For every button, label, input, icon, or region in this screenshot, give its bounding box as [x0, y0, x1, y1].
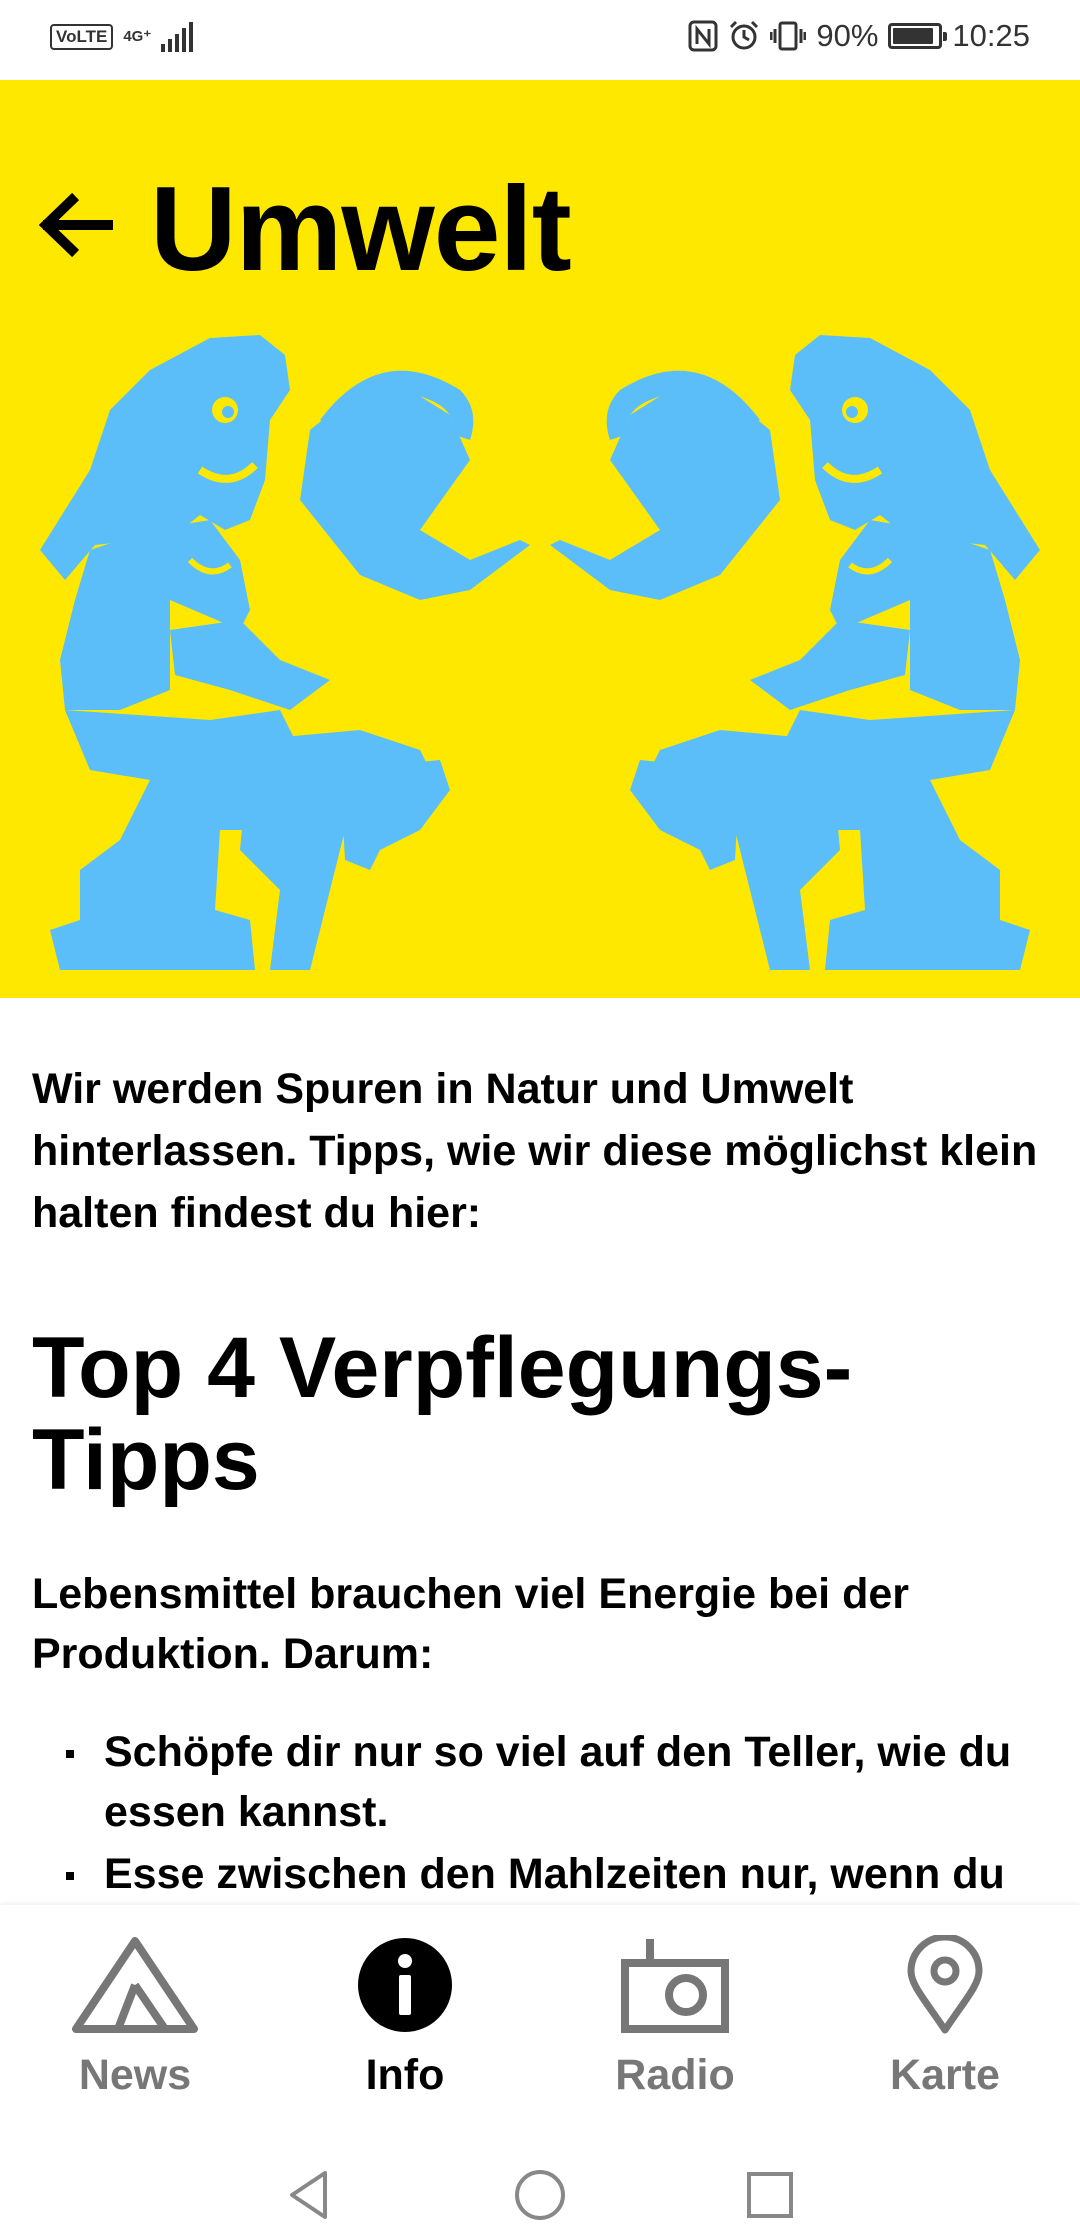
volte-icon: VoLTE — [50, 24, 114, 50]
section-title: Top 4 Verpflegungs-Tipps — [32, 1320, 853, 1508]
back-icon[interactable] — [280, 2165, 340, 2225]
status-left: VoLTE 4G⁺ — [50, 22, 195, 52]
nav-item-info[interactable]: Info — [295, 1925, 515, 2100]
recents-icon[interactable] — [740, 2165, 800, 2225]
tent-icon — [72, 1937, 198, 2033]
home-icon[interactable] — [510, 2165, 570, 2225]
nav-label: Radio — [615, 2051, 735, 2099]
network-type: 4G⁺ — [123, 28, 152, 45]
alarm-icon — [730, 20, 759, 50]
nav-label: Karte — [890, 2051, 1000, 2099]
nav-item-radio[interactable]: Radio — [565, 1925, 785, 2100]
radio-icon — [621, 1939, 729, 2033]
nav-label: Info — [365, 2051, 445, 2099]
battery-icon — [888, 23, 948, 49]
header-hero: Umwelt — [0, 80, 1080, 998]
intro-text: Wir werden Spuren in Natur und Umwelt hi… — [32, 1065, 1038, 1237]
nav-label: News — [78, 2051, 192, 2099]
page-title: Umwelt — [150, 162, 572, 296]
status-bar: VoLTE 4G⁺ 90% 10:25 — [0, 0, 1080, 80]
system-navigation-bar — [0, 2145, 1080, 2240]
lead-text: Lebensmittel brauchen viel Energie bei d… — [32, 1570, 909, 1678]
article-content: Wir werden Spuren in Natur und Umwelt hi… — [32, 998, 1048, 1966]
nfc-icon — [688, 20, 718, 52]
map-pin-icon — [907, 1935, 983, 2034]
status-right: 90% 10:25 — [688, 18, 1030, 54]
nav-item-news[interactable]: News — [25, 1925, 245, 2100]
info-icon — [358, 1938, 452, 2032]
vibrate-icon — [770, 21, 807, 51]
back-arrow-icon[interactable] — [30, 180, 120, 270]
bottom-navigation: News Info Radio Karte — [0, 1905, 1080, 2145]
nav-item-karte[interactable]: Karte — [835, 1925, 1055, 2100]
list-item: Schöpfe dir nur so viel auf den Teller, … — [66, 1722, 1048, 1842]
watering-gnomes-illustration — [40, 335, 1040, 970]
clock: 10:25 — [952, 18, 1030, 53]
battery-percent: 90% — [816, 18, 879, 53]
signal-icon — [161, 22, 194, 52]
